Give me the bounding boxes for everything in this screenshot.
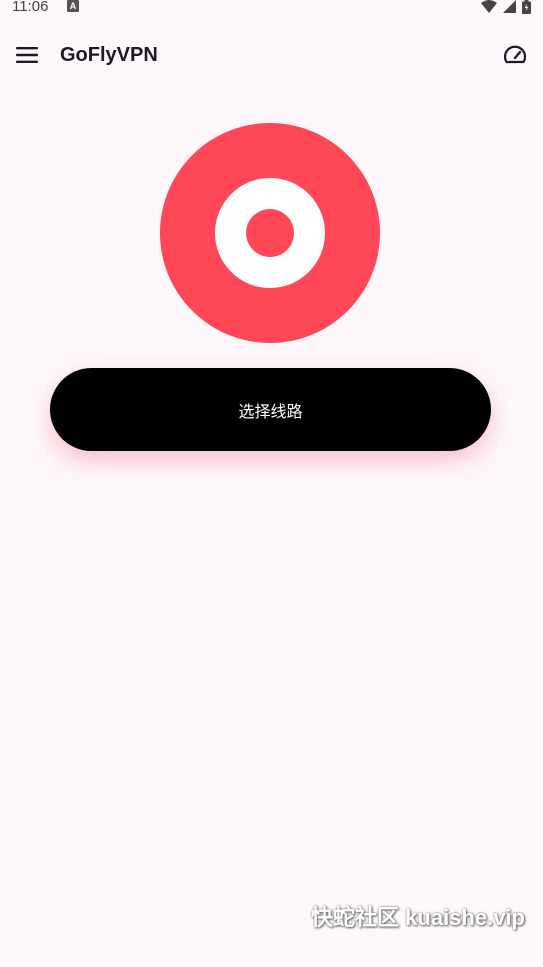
connect-toggle-button[interactable] bbox=[160, 123, 380, 343]
app-bar: GoFlyVPN bbox=[0, 30, 543, 82]
connection-status-icon bbox=[160, 123, 380, 343]
app-title: GoFlyVPN bbox=[60, 44, 158, 66]
notification-icon: A bbox=[67, 0, 79, 12]
watermark: 快蛇社区 kuaishe.vip bbox=[311, 905, 525, 930]
signal-icon bbox=[503, 0, 516, 13]
hamburger-menu-icon bbox=[16, 47, 38, 63]
status-icons bbox=[481, 0, 531, 14]
status-bar: 11:06 A bbox=[0, 0, 543, 18]
speedometer-icon bbox=[503, 45, 527, 64]
menu-button[interactable] bbox=[10, 38, 44, 72]
wifi-icon bbox=[481, 0, 497, 13]
battery-icon bbox=[522, 0, 531, 14]
speed-test-button[interactable] bbox=[499, 39, 531, 71]
select-route-button[interactable]: 选择线路 bbox=[50, 368, 491, 451]
status-time: 11:06 bbox=[12, 0, 49, 15]
